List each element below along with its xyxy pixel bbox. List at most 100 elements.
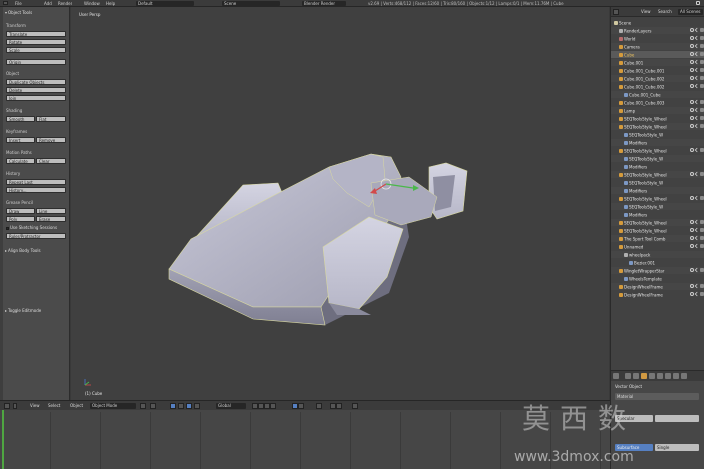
tab-view[interactable]: View (641, 9, 651, 15)
outliner-item[interactable]: WheelsTemplate (611, 275, 704, 282)
outliner-item[interactable]: wheelpack (611, 251, 704, 258)
render-tab-icon[interactable] (625, 373, 631, 379)
selectability-arrow-icon[interactable] (694, 267, 700, 273)
editor-type-icon[interactable] (4, 403, 10, 409)
outliner-item[interactable]: SEQToolsStyle_Wheel (611, 171, 704, 178)
visibility-eye-icon[interactable] (690, 100, 694, 104)
outliner-item[interactable]: Cube.001_Cube (611, 91, 704, 98)
visibility-eye-icon[interactable] (690, 244, 694, 248)
visibility-eye-icon[interactable] (690, 68, 694, 72)
render-camera-icon[interactable] (700, 44, 704, 48)
selectability-arrow-icon[interactable] (694, 227, 700, 233)
visibility-eye-icon[interactable] (690, 196, 694, 200)
tab-all-scenes[interactable]: All Scenes (678, 9, 703, 15)
render-camera-icon[interactable] (700, 284, 704, 288)
visibility-eye-icon[interactable] (690, 60, 694, 64)
menu-add[interactable]: Add (44, 1, 52, 6)
calculate-button[interactable]: Calculate (6, 158, 35, 164)
subsurface-toggle[interactable]: Subsurface (615, 444, 653, 451)
outliner-editor-icon[interactable] (613, 9, 619, 15)
tab-search[interactable]: Search (658, 9, 672, 15)
selectability-arrow-icon[interactable] (694, 59, 700, 65)
object-tab-icon[interactable] (641, 373, 647, 379)
outliner-item[interactable]: Bezier.001 (611, 259, 704, 266)
render-camera-icon[interactable] (700, 268, 704, 272)
render-camera-icon[interactable] (700, 228, 704, 232)
outliner-item[interactable]: Cube.001_Cube.002 (611, 83, 704, 90)
render-camera-icon[interactable] (700, 28, 704, 32)
outliner-item[interactable]: RenderLayers (611, 27, 704, 34)
proportional-edit-icon[interactable] (316, 403, 322, 409)
visibility-eye-icon[interactable] (690, 220, 694, 224)
scale-button[interactable]: Scale (6, 47, 66, 53)
visibility-eye-icon[interactable] (690, 44, 694, 48)
render-camera-icon[interactable] (700, 196, 704, 200)
outliner-item[interactable]: Camera (611, 43, 704, 50)
render-preview-icon[interactable] (352, 403, 358, 409)
pivot-point-icon[interactable] (150, 403, 156, 409)
origin-button[interactable]: Origin (6, 59, 66, 65)
menu-file[interactable]: File (15, 1, 22, 6)
translate-button[interactable]: Translate (6, 31, 66, 37)
remove-keyframe-button[interactable]: Remove (36, 137, 66, 143)
outliner-item[interactable]: SEQToolsStyle_Wheel (611, 219, 704, 226)
constraints-tab-icon[interactable] (649, 373, 655, 379)
outliner-item[interactable]: WingletWrapperStar (611, 267, 704, 274)
data-tab-icon[interactable] (665, 373, 671, 379)
outliner-item[interactable]: Modifiers (611, 139, 704, 146)
scene-tab-icon[interactable] (633, 373, 639, 379)
material-tab-icon[interactable] (673, 373, 679, 379)
selectability-arrow-icon[interactable] (694, 291, 700, 297)
menu-select[interactable]: Select (48, 403, 60, 409)
render-camera-icon[interactable] (700, 76, 704, 80)
collapse-menu-icon[interactable] (13, 403, 17, 409)
erase-button[interactable]: Erase (36, 216, 66, 222)
selectability-arrow-icon[interactable] (694, 107, 700, 113)
render-camera-icon[interactable] (700, 52, 704, 56)
render-camera-icon[interactable] (700, 124, 704, 128)
texture-tab-icon[interactable] (681, 373, 687, 379)
visibility-eye-icon[interactable] (690, 236, 694, 240)
render-camera-icon[interactable] (700, 116, 704, 120)
render-camera-icon[interactable] (700, 244, 704, 248)
outliner-item[interactable]: SEQToolsStyle_W (611, 155, 704, 162)
visibility-eye-icon[interactable] (690, 84, 694, 88)
visibility-eye-icon[interactable] (690, 28, 694, 32)
use-sketching-checkbox[interactable]: Use Sketching Sessions (6, 225, 57, 230)
outliner-item[interactable]: SEQToolsStyle_W (611, 179, 704, 186)
poly-button[interactable]: Poly (6, 216, 35, 222)
delete-button[interactable]: Delete (6, 87, 66, 93)
selectability-arrow-icon[interactable] (694, 171, 700, 177)
ruler-protractor-button[interactable]: Ruler/Protractor (6, 233, 66, 239)
current-frame-indicator[interactable] (2, 410, 4, 469)
visibility-eye-icon[interactable] (690, 284, 694, 288)
join-button[interactable]: Join (6, 95, 66, 101)
selectability-arrow-icon[interactable] (694, 83, 700, 89)
selectability-arrow-icon[interactable] (694, 27, 700, 33)
selectability-arrow-icon[interactable] (694, 123, 700, 129)
selectability-arrow-icon[interactable] (694, 235, 700, 241)
duplicate-objects-button[interactable]: Duplicate Objects (6, 79, 66, 85)
outliner-item[interactable]: Cube.001_Cube.001 (611, 67, 704, 74)
visibility-eye-icon[interactable] (690, 124, 694, 128)
outliner-item[interactable]: SEQToolsStyle_Wheel (611, 123, 704, 130)
subsurface-button[interactable] (655, 415, 699, 422)
menu-view[interactable]: View (30, 403, 40, 409)
material-slot-list[interactable]: Material (615, 393, 699, 400)
tool-shelf-tabs[interactable] (0, 7, 3, 400)
vehicle-model[interactable] (71, 7, 609, 400)
menu-window[interactable]: Window (84, 1, 100, 6)
info-editor-icon[interactable] (3, 1, 8, 6)
render-camera-icon[interactable] (700, 236, 704, 240)
outliner-item[interactable]: Modifiers (611, 163, 704, 170)
selectability-arrow-icon[interactable] (694, 115, 700, 121)
render-camera-icon[interactable] (700, 84, 704, 88)
outliner-item[interactable]: Lamp (611, 107, 704, 114)
render-camera-icon[interactable] (700, 292, 704, 296)
visibility-eye-icon[interactable] (690, 36, 694, 40)
render-engine-selector[interactable]: Blender Render (302, 1, 346, 6)
manipulator-toggle-icon[interactable] (170, 403, 176, 409)
outliner-item[interactable]: Unnamed (611, 243, 704, 250)
rotate-manipulator-icon[interactable] (186, 403, 192, 409)
selectability-arrow-icon[interactable] (694, 147, 700, 153)
